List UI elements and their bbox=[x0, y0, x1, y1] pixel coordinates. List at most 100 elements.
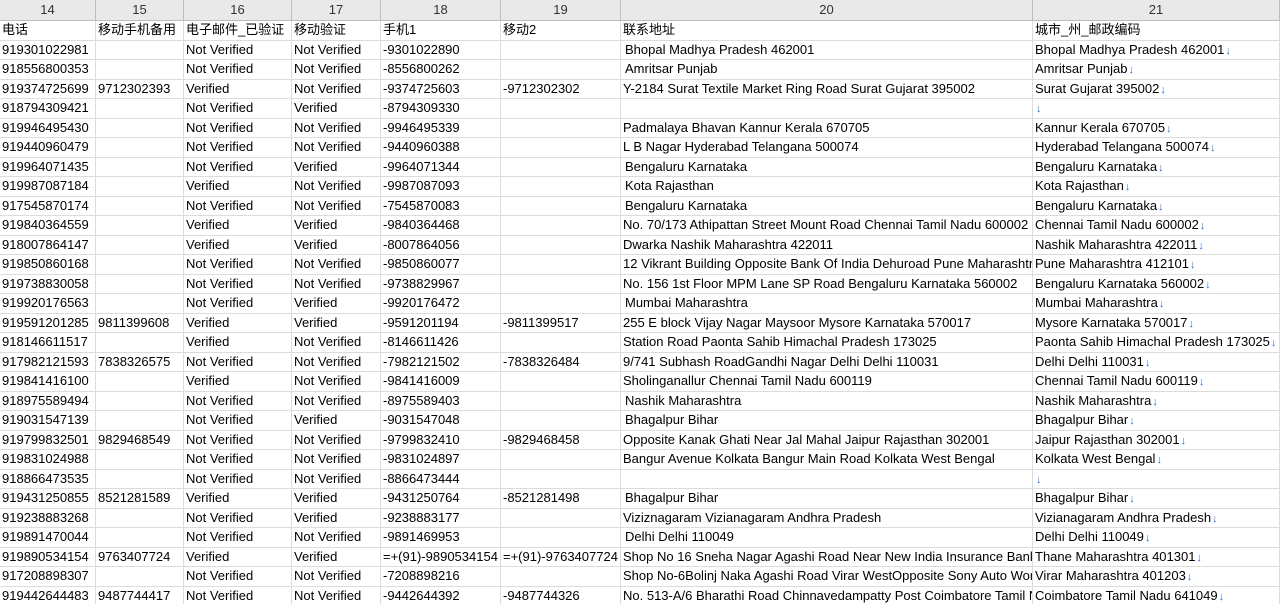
table-cell[interactable]: 919591201285 bbox=[0, 313, 96, 332]
table-cell[interactable]: Not Verified bbox=[292, 352, 381, 371]
table-cell[interactable]: Kota Rajasthan bbox=[621, 177, 1033, 196]
table-cell[interactable]: 917208898307 bbox=[0, 567, 96, 586]
table-cell[interactable] bbox=[96, 118, 184, 137]
table-cell[interactable]: Thane Maharashtra 401301↓ bbox=[1033, 547, 1280, 566]
table-cell[interactable]: 7838326575 bbox=[96, 352, 184, 371]
header-cell[interactable]: 联系地址 bbox=[621, 21, 1033, 40]
table-cell[interactable]: Verified bbox=[292, 157, 381, 176]
table-cell[interactable] bbox=[501, 216, 621, 235]
table-cell[interactable]: Padmalaya Bhavan Kannur Kerala 670705 bbox=[621, 118, 1033, 137]
table-cell[interactable]: -8794309330 bbox=[381, 99, 501, 118]
table-cell[interactable]: Mumbai Maharashtra↓ bbox=[1033, 294, 1280, 313]
table-cell[interactable]: 9/741 Subhash RoadGandhi Nagar Delhi Del… bbox=[621, 352, 1033, 371]
table-cell[interactable]: Bengaluru Karnataka bbox=[621, 157, 1033, 176]
table-cell[interactable]: Verified bbox=[184, 333, 292, 352]
table-cell[interactable]: 919840364559 bbox=[0, 216, 96, 235]
table-cell[interactable]: Not Verified bbox=[292, 333, 381, 352]
table-cell[interactable]: 918975589494 bbox=[0, 391, 96, 410]
table-cell[interactable]: Bhagalpur Bihar↓ bbox=[1033, 489, 1280, 508]
table-cell[interactable]: 919431250855 bbox=[0, 489, 96, 508]
table-cell[interactable] bbox=[501, 294, 621, 313]
table-cell[interactable] bbox=[96, 567, 184, 586]
table-cell[interactable]: 919920176563 bbox=[0, 294, 96, 313]
table-cell[interactable]: Opposite Kanak Ghati Near Jal Mahal Jaip… bbox=[621, 430, 1033, 449]
header-cell[interactable]: 移动手机备用 bbox=[96, 21, 184, 40]
header-cell[interactable]: 城市_州_邮政编码 bbox=[1033, 21, 1280, 40]
table-cell[interactable]: Verified bbox=[292, 547, 381, 566]
column-header-17[interactable]: 17 bbox=[292, 0, 381, 20]
table-cell[interactable]: Mysore Karnataka 570017↓ bbox=[1033, 313, 1280, 332]
table-cell[interactable]: 918007864147 bbox=[0, 235, 96, 254]
table-cell[interactable] bbox=[501, 40, 621, 59]
table-cell[interactable]: Not Verified bbox=[292, 196, 381, 215]
table-cell[interactable]: Verified bbox=[184, 235, 292, 254]
column-header-15[interactable]: 15 bbox=[96, 0, 184, 20]
table-cell[interactable]: Bengaluru Karnataka↓ bbox=[1033, 157, 1280, 176]
table-cell[interactable]: 9712302393 bbox=[96, 79, 184, 98]
table-cell[interactable]: No. 513-A/6 Bharathi Road Chinnavedampat… bbox=[621, 586, 1033, 604]
table-cell[interactable]: Dwarka Nashik Maharashtra 422011 bbox=[621, 235, 1033, 254]
table-cell[interactable]: Bhagalpur Bihar bbox=[621, 489, 1033, 508]
table-cell[interactable] bbox=[501, 372, 621, 391]
column-header-21[interactable]: 21 bbox=[1033, 0, 1280, 20]
table-cell[interactable]: 918556800353 bbox=[0, 60, 96, 79]
table-cell[interactable]: ↓ bbox=[1033, 99, 1280, 118]
table-cell[interactable]: -9799832410 bbox=[381, 430, 501, 449]
table-cell[interactable]: -9987087093 bbox=[381, 177, 501, 196]
table-cell[interactable]: 8521281589 bbox=[96, 489, 184, 508]
table-cell[interactable]: Bhagalpur Bihar bbox=[621, 411, 1033, 430]
table-cell[interactable]: -9964071344 bbox=[381, 157, 501, 176]
table-cell[interactable]: Shop No-6Bolinj Naka Agashi Road Virar W… bbox=[621, 567, 1033, 586]
table-cell[interactable] bbox=[621, 469, 1033, 488]
table-cell[interactable]: 919946495430 bbox=[0, 118, 96, 137]
table-cell[interactable]: Not Verified bbox=[292, 118, 381, 137]
table-cell[interactable]: Sholinganallur Chennai Tamil Nadu 600119 bbox=[621, 372, 1033, 391]
table-cell[interactable]: Kolkata West Bengal↓ bbox=[1033, 450, 1280, 469]
table-cell[interactable] bbox=[96, 196, 184, 215]
table-cell[interactable]: Bengaluru Karnataka↓ bbox=[1033, 196, 1280, 215]
table-cell[interactable]: Verified bbox=[292, 235, 381, 254]
table-cell[interactable] bbox=[96, 216, 184, 235]
table-cell[interactable]: Not Verified bbox=[184, 294, 292, 313]
table-cell[interactable]: Mumbai Maharashtra bbox=[621, 294, 1033, 313]
table-cell[interactable] bbox=[96, 235, 184, 254]
table-cell[interactable]: Coimbatore Tamil Nadu 641049↓ bbox=[1033, 586, 1280, 604]
table-cell[interactable]: Nashik Maharashtra bbox=[621, 391, 1033, 410]
table-cell[interactable] bbox=[501, 508, 621, 527]
table-cell[interactable]: 919374725699 bbox=[0, 79, 96, 98]
table-cell[interactable]: 9811399608 bbox=[96, 313, 184, 332]
table-cell[interactable]: 919442644483 bbox=[0, 586, 96, 604]
table-cell[interactable]: Verified bbox=[184, 216, 292, 235]
table-cell[interactable]: Kannur Kerala 670705↓ bbox=[1033, 118, 1280, 137]
table-cell[interactable]: -9850860077 bbox=[381, 255, 501, 274]
table-cell[interactable]: Not Verified bbox=[292, 567, 381, 586]
table-cell[interactable]: 9829468549 bbox=[96, 430, 184, 449]
table-cell[interactable] bbox=[621, 99, 1033, 118]
table-cell[interactable] bbox=[501, 138, 621, 157]
table-cell[interactable]: Verified bbox=[184, 547, 292, 566]
table-cell[interactable]: Not Verified bbox=[184, 528, 292, 547]
table-cell[interactable]: 919238883268 bbox=[0, 508, 96, 527]
table-cell[interactable]: Amritsar Punjab bbox=[621, 60, 1033, 79]
table-cell[interactable]: Bangur Avenue Kolkata Bangur Main Road K… bbox=[621, 450, 1033, 469]
table-cell[interactable]: -9829468458 bbox=[501, 430, 621, 449]
table-cell[interactable]: Not Verified bbox=[292, 138, 381, 157]
table-cell[interactable]: Chennai Tamil Nadu 600119↓ bbox=[1033, 372, 1280, 391]
table-cell[interactable]: Not Verified bbox=[184, 157, 292, 176]
table-cell[interactable] bbox=[96, 157, 184, 176]
table-cell[interactable]: -9831024897 bbox=[381, 450, 501, 469]
table-cell[interactable]: Not Verified bbox=[184, 138, 292, 157]
table-cell[interactable]: 917545870174 bbox=[0, 196, 96, 215]
table-cell[interactable]: 918866473535 bbox=[0, 469, 96, 488]
table-cell[interactable]: Not Verified bbox=[184, 411, 292, 430]
table-cell[interactable]: Not Verified bbox=[184, 196, 292, 215]
table-cell[interactable]: -7838326484 bbox=[501, 352, 621, 371]
table-cell[interactable]: Not Verified bbox=[184, 118, 292, 137]
table-cell[interactable]: Verified bbox=[184, 489, 292, 508]
table-cell[interactable]: 255 E block Vijay Nagar Maysoor Mysore K… bbox=[621, 313, 1033, 332]
table-cell[interactable]: 919890534154 bbox=[0, 547, 96, 566]
table-cell[interactable]: Not Verified bbox=[184, 352, 292, 371]
table-cell[interactable] bbox=[501, 235, 621, 254]
table-cell[interactable]: Not Verified bbox=[292, 430, 381, 449]
header-cell[interactable]: 电话 bbox=[0, 21, 96, 40]
